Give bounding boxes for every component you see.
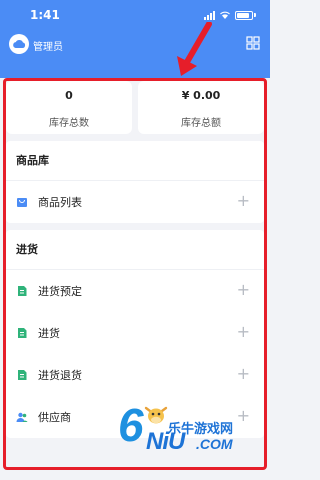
app-bar: 管理员 bbox=[0, 30, 270, 60]
plus-icon[interactable]: + bbox=[237, 366, 250, 382]
battery-cap bbox=[254, 13, 256, 17]
bag-icon bbox=[16, 196, 28, 208]
plus-icon[interactable]: + bbox=[237, 324, 250, 340]
stat-card-stock-count[interactable]: 0 库存总数 bbox=[6, 81, 132, 134]
list-item-purchase-return[interactable]: 进货退货 + bbox=[6, 354, 264, 396]
stat-value: 0 bbox=[65, 89, 73, 102]
stat-label: 库存总数 bbox=[49, 118, 89, 129]
signal-icon bbox=[204, 10, 215, 20]
section-title: 商品库 bbox=[6, 141, 264, 181]
item-label: 进货 bbox=[38, 327, 60, 340]
item-label: 进货退货 bbox=[38, 369, 82, 382]
wifi-icon bbox=[220, 11, 230, 19]
annotation-arrow-icon bbox=[177, 22, 212, 76]
watermark-logo: 6 乐牛游戏网 NiU .COM bbox=[118, 400, 258, 462]
item-label: 供应商 bbox=[38, 411, 71, 424]
watermark-six: 6 bbox=[118, 399, 144, 451]
section-title: 进货 bbox=[6, 230, 264, 270]
stat-value: ¥ 0.00 bbox=[181, 89, 221, 102]
document-icon bbox=[16, 369, 28, 381]
list-item-purchase-reservation[interactable]: 进货预定 + bbox=[6, 270, 264, 312]
item-label: 商品列表 bbox=[38, 196, 82, 209]
plus-icon[interactable]: + bbox=[237, 282, 250, 298]
item-label: 进货预定 bbox=[38, 285, 82, 298]
stat-label: 库存总额 bbox=[181, 118, 221, 129]
list-item-product-list[interactable]: 商品列表 + bbox=[6, 181, 264, 223]
status-icons bbox=[204, 10, 256, 20]
status-bar: 1:41 bbox=[0, 0, 270, 30]
stats-row: 0 库存总数 ¥ 0.00 库存总额 bbox=[6, 81, 264, 134]
battery-icon bbox=[235, 10, 253, 20]
section-product-library: 商品库 商品列表 + bbox=[6, 141, 264, 223]
grid-menu-icon[interactable] bbox=[246, 36, 260, 50]
header: 1:41 管理员 bbox=[0, 0, 270, 78]
document-icon bbox=[16, 285, 28, 297]
status-time: 1:41 bbox=[30, 8, 60, 22]
stat-card-stock-amount[interactable]: ¥ 0.00 库存总额 bbox=[138, 81, 264, 134]
cow-mascot-icon bbox=[144, 406, 168, 424]
watermark-com: .COM bbox=[196, 436, 233, 452]
app-title: 管理员 bbox=[33, 42, 63, 53]
watermark-niu: NiU bbox=[146, 428, 185, 455]
app-logo-icon bbox=[9, 34, 29, 54]
plus-icon[interactable]: + bbox=[237, 193, 250, 209]
document-icon bbox=[16, 327, 28, 339]
list-item-purchase[interactable]: 进货 + bbox=[6, 312, 264, 354]
people-icon bbox=[16, 411, 28, 423]
